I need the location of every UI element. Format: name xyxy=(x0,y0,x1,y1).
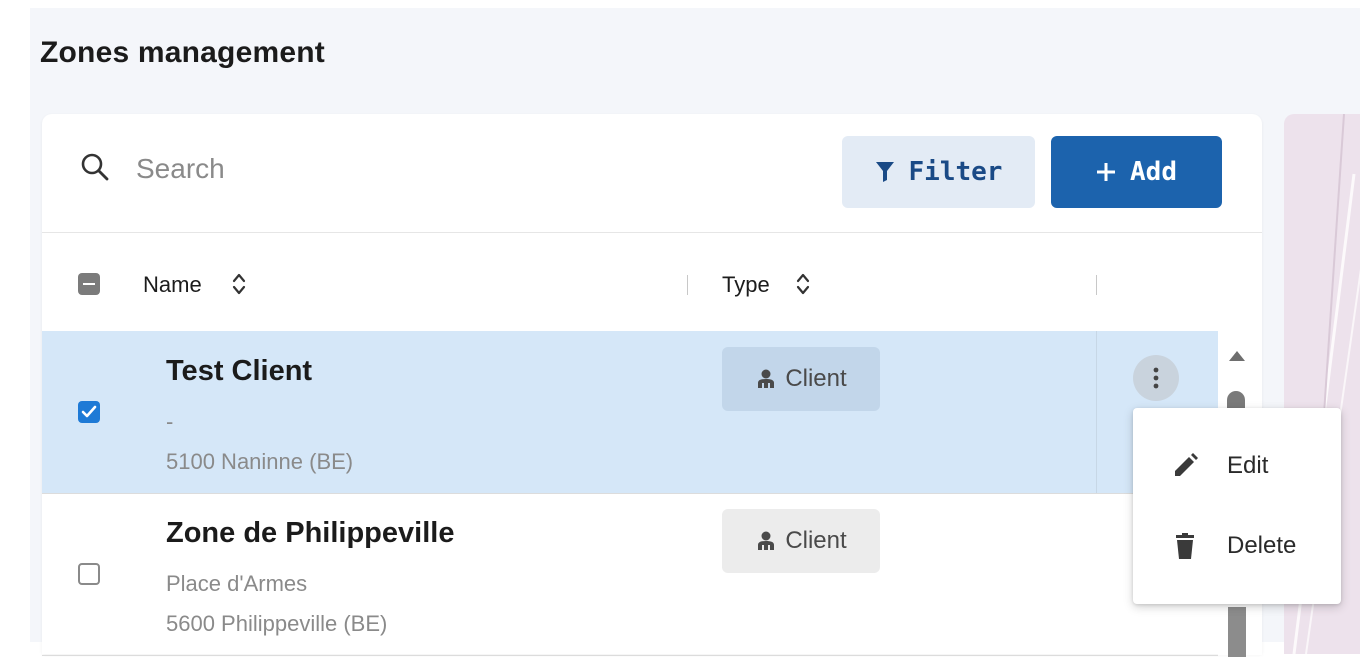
type-chip-label: Client xyxy=(785,527,847,554)
select-all-checkbox[interactable] xyxy=(78,273,100,295)
table-row[interactable]: Test Client - 5100 Naninne (BE) Client xyxy=(42,331,1218,494)
type-chip-label: Client xyxy=(785,365,847,392)
row-checkbox[interactable] xyxy=(78,401,100,423)
add-button[interactable]: Add xyxy=(1051,136,1222,208)
filter-button-label: Filter xyxy=(908,157,1003,187)
sort-name-icon[interactable] xyxy=(230,269,248,299)
table-header: Name Type xyxy=(42,233,1262,332)
trash-icon xyxy=(1176,533,1194,559)
type-chip: Client xyxy=(722,347,880,411)
zone-city: 5100 Naninne (BE) xyxy=(166,449,354,474)
toolbar: Filter Add xyxy=(42,114,1262,232)
row-checkbox[interactable] xyxy=(78,563,100,585)
client-icon xyxy=(758,531,775,550)
row-actions-menu: Edit Delete xyxy=(1133,408,1341,604)
pencil-icon xyxy=(1175,453,1198,476)
type-chip: Client xyxy=(722,509,880,573)
column-header-name[interactable]: Name xyxy=(143,272,202,298)
plus-icon xyxy=(1097,163,1116,181)
zones-table: Name Type Test Client - 5100 Naninne (BE… xyxy=(42,232,1262,657)
page-title: Zones management xyxy=(40,36,325,69)
more-vertical-icon xyxy=(1153,367,1159,389)
menu-item-label: Edit xyxy=(1227,452,1269,479)
sort-type-icon[interactable] xyxy=(794,269,812,299)
search-icon xyxy=(81,153,109,181)
filter-icon xyxy=(875,162,894,182)
column-resize-handle[interactable] xyxy=(687,275,688,295)
scroll-up-arrow-icon[interactable] xyxy=(1228,349,1246,363)
search-input[interactable] xyxy=(134,148,738,190)
column-resize-handle[interactable] xyxy=(1096,275,1097,295)
zone-city: 5600 Philippeville (BE) xyxy=(166,611,388,636)
row-actions-button[interactable] xyxy=(1133,355,1179,401)
filter-button[interactable]: Filter xyxy=(842,136,1035,208)
zones-list-card: Filter Add Name Type xyxy=(42,114,1262,657)
zone-address: - xyxy=(166,409,174,434)
menu-item-delete[interactable]: Delete xyxy=(1133,506,1341,586)
zone-name: Zone de Philippeville xyxy=(166,517,455,549)
table-row[interactable]: Zone de Philippeville Place d'Armes 5600… xyxy=(42,493,1218,656)
menu-item-edit[interactable]: Edit xyxy=(1133,426,1341,506)
scrollbar-track[interactable] xyxy=(1228,607,1246,657)
zone-address: Place d'Armes xyxy=(166,571,308,596)
zone-name: Test Client xyxy=(166,355,313,387)
check-icon xyxy=(81,405,97,418)
cell-divider xyxy=(1096,331,1097,493)
column-header-type[interactable]: Type xyxy=(722,272,770,298)
menu-item-label: Delete xyxy=(1227,532,1297,559)
add-button-label: Add xyxy=(1130,157,1177,187)
client-icon xyxy=(758,369,775,388)
